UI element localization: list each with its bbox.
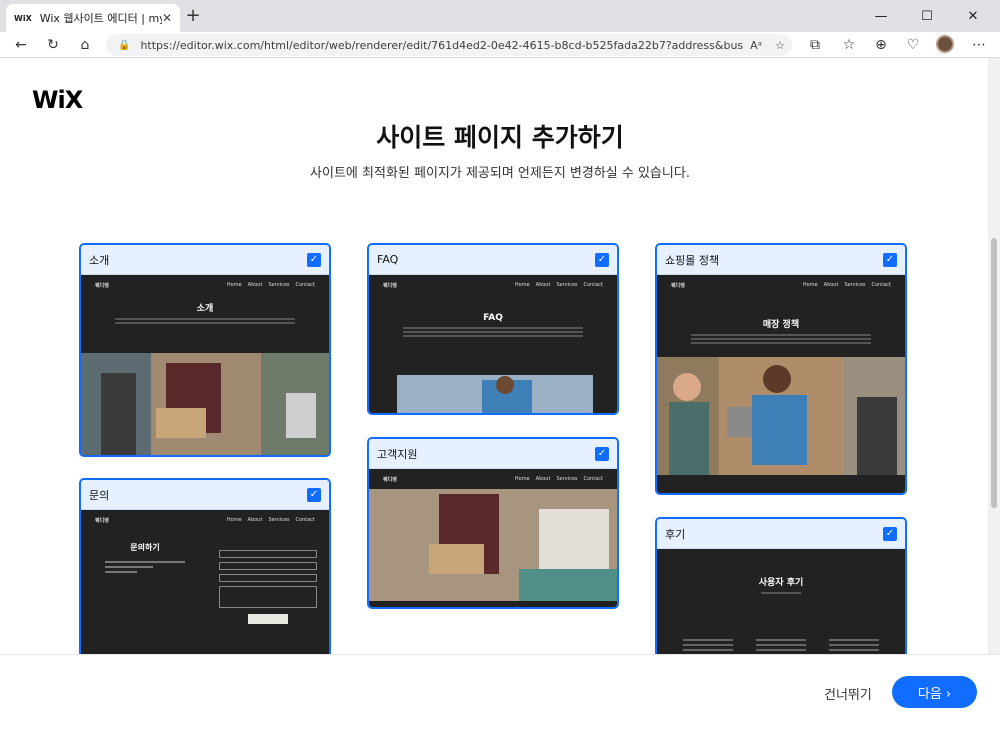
browser-tab[interactable]: WiX Wix 웹사이트 에디터 | my-site ✕ xyxy=(6,4,180,32)
card-thumbnail: 퀘디벵 Home About Services Contact 매장 정책 xyxy=(657,275,905,493)
next-button[interactable]: 다음 › xyxy=(892,676,977,708)
card-thumbnail: 퀘디벵 Home About Services Contact xyxy=(369,469,617,607)
page-card-contact[interactable]: 문의 ✓ 퀘디벵 Home About Services Contact 문의하… xyxy=(79,478,331,678)
thumb-title: FAQ xyxy=(483,313,503,323)
tab-close-icon[interactable]: ✕ xyxy=(162,11,172,25)
thumb-title: 소개 xyxy=(196,304,214,314)
page-card-faq[interactable]: FAQ ✓ 퀘디벵 Home About Services Contact FA… xyxy=(367,243,619,415)
thumb-photo xyxy=(397,375,593,413)
thumb-photo xyxy=(369,489,617,601)
page-card-support[interactable]: 고객지원 ✓ 퀘디벵 Home About Services Contact xyxy=(367,437,619,609)
profile-avatar[interactable] xyxy=(936,35,954,53)
editor-page: WiX 사이트 페이지 추가하기 사이트에 최적화된 페이지가 제공되며 언제든… xyxy=(0,58,1000,730)
page-card-about[interactable]: 소개 ✓ 퀘디벵 Home About Services Contact 소개 xyxy=(79,243,331,457)
back-icon[interactable]: ← xyxy=(10,34,32,56)
home-icon[interactable]: ⌂ xyxy=(74,34,96,56)
extensions-icon[interactable]: ⧉ xyxy=(804,34,826,56)
checkbox-checked-icon[interactable]: ✓ xyxy=(307,487,321,502)
thumb-title: 문의하기 xyxy=(130,543,160,552)
address-bar[interactable]: 🔒 https://editor.wix.com/html/editor/web… xyxy=(106,34,792,56)
card-label: 문의 xyxy=(89,488,110,502)
thumb-photo xyxy=(81,353,329,455)
skip-button[interactable]: 건너뛰기 xyxy=(824,684,872,703)
checkbox-checked-icon[interactable]: ✓ xyxy=(595,446,609,461)
page-subtitle: 사이트에 최적화된 페이지가 제공되며 언제든지 변경하실 수 있습니다. xyxy=(310,166,690,181)
card-thumbnail: 퀘디벵 Home About Services Contact 문의하기 xyxy=(81,510,329,676)
thumb-photo xyxy=(657,357,905,475)
lock-icon: 🔒 xyxy=(118,39,131,51)
wix-logo: WiX xyxy=(32,86,83,114)
card-label: 쇼핑몰 정책 xyxy=(665,253,720,267)
browser-essentials-icon[interactable]: ♡ xyxy=(902,34,924,56)
maximize-icon[interactable]: ☐ xyxy=(904,0,950,32)
card-label: 소개 xyxy=(89,253,110,267)
card-label: FAQ xyxy=(377,253,399,266)
checkbox-checked-icon[interactable]: ✓ xyxy=(307,252,321,267)
tab-title: Wix 웹사이트 에디터 | my-site xyxy=(39,12,162,25)
scrollbar[interactable] xyxy=(988,58,1000,654)
checkbox-checked-icon[interactable]: ✓ xyxy=(595,252,609,267)
card-thumbnail: 퀘디벵 Home About Services Contact 소개 xyxy=(81,275,329,455)
page-card-store-policy[interactable]: 쇼핑몰 정책 ✓ 퀘디벵 Home About Services Contact… xyxy=(655,243,907,495)
close-window-icon[interactable]: ✕ xyxy=(950,0,996,32)
collections-icon[interactable]: ⊕ xyxy=(870,34,892,56)
scrollbar-thumb[interactable] xyxy=(991,238,997,508)
browser-tab-bar: WiX Wix 웹사이트 에디터 | my-site ✕ + — ☐ ✕ xyxy=(0,0,1000,32)
card-thumbnail: 퀘디벵 Home About Services Contact FAQ xyxy=(369,275,617,413)
thumb-title: 매장 정책 xyxy=(762,320,800,330)
checkbox-checked-icon[interactable]: ✓ xyxy=(883,526,897,541)
minimize-icon[interactable]: — xyxy=(858,0,904,32)
thumb-title: 사용자 후기 xyxy=(758,578,804,588)
menu-icon[interactable]: ⋯ xyxy=(968,34,990,56)
browser-toolbar: ← ↻ ⌂ 🔒 https://editor.wix.com/html/edit… xyxy=(0,32,1000,58)
read-aloud-icon[interactable]: Aᵃ xyxy=(744,39,768,52)
favorites-icon[interactable]: ☆ xyxy=(838,34,860,56)
favorite-icon[interactable]: ☆ xyxy=(768,39,792,52)
refresh-icon[interactable]: ↻ xyxy=(42,34,64,56)
card-label: 고객지원 xyxy=(377,447,418,461)
wix-favicon-icon: WiX xyxy=(14,13,32,23)
new-tab-button[interactable]: + xyxy=(184,6,202,26)
url-text: https://editor.wix.com/html/editor/web/r… xyxy=(140,38,744,52)
card-label: 후기 xyxy=(665,527,686,541)
page-title: 사이트 페이지 추가하기 xyxy=(376,123,624,152)
checkbox-checked-icon[interactable]: ✓ xyxy=(883,252,897,267)
